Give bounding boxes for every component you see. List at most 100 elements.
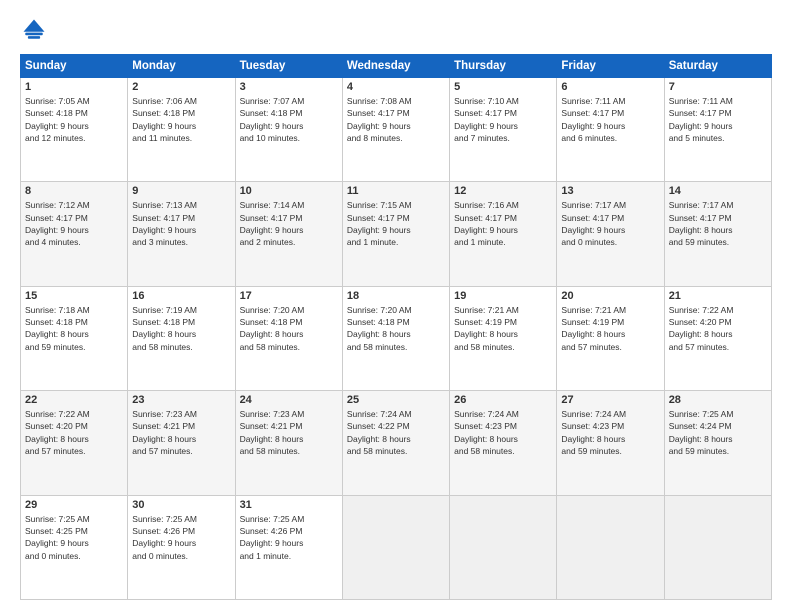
day-number: 3	[240, 81, 338, 93]
day-number: 16	[132, 290, 230, 302]
day-number: 2	[132, 81, 230, 93]
weekday-header-row: SundayMondayTuesdayWednesdayThursdayFrid…	[21, 55, 772, 78]
calendar-cell: 21 Sunrise: 7:22 AM Sunset: 4:20 PM Dayli…	[664, 286, 771, 390]
cell-content: Sunrise: 7:25 AM Sunset: 4:24 PM Dayligh…	[669, 408, 767, 457]
weekday-saturday: Saturday	[664, 55, 771, 78]
day-number: 13	[561, 185, 659, 197]
day-number: 28	[669, 394, 767, 406]
header	[20, 16, 772, 44]
cell-content: Sunrise: 7:25 AM Sunset: 4:26 PM Dayligh…	[132, 513, 230, 562]
weekday-wednesday: Wednesday	[342, 55, 449, 78]
cell-content: Sunrise: 7:23 AM Sunset: 4:21 PM Dayligh…	[240, 408, 338, 457]
day-number: 1	[25, 81, 123, 93]
day-number: 4	[347, 81, 445, 93]
weekday-sunday: Sunday	[21, 55, 128, 78]
cell-content: Sunrise: 7:19 AM Sunset: 4:18 PM Dayligh…	[132, 304, 230, 353]
day-number: 18	[347, 290, 445, 302]
calendar-cell: 23 Sunrise: 7:23 AM Sunset: 4:21 PM Dayli…	[128, 391, 235, 495]
calendar-cell: 25 Sunrise: 7:24 AM Sunset: 4:22 PM Dayli…	[342, 391, 449, 495]
cell-content: Sunrise: 7:21 AM Sunset: 4:19 PM Dayligh…	[454, 304, 552, 353]
logo	[20, 16, 52, 44]
day-number: 22	[25, 394, 123, 406]
cell-content: Sunrise: 7:16 AM Sunset: 4:17 PM Dayligh…	[454, 199, 552, 248]
calendar-cell: 17Sunrise: 7:20 AM Sunset: 4:18 PM Dayli…	[235, 286, 342, 390]
page: SundayMondayTuesdayWednesdayThursdayFrid…	[0, 0, 792, 612]
cell-content: Sunrise: 7:10 AM Sunset: 4:17 PM Dayligh…	[454, 95, 552, 144]
day-number: 10	[240, 185, 338, 197]
calendar-table: SundayMondayTuesdayWednesdayThursdayFrid…	[20, 54, 772, 600]
day-number: 15	[25, 290, 123, 302]
cell-content: Sunrise: 7:11 AM Sunset: 4:17 PM Dayligh…	[561, 95, 659, 144]
cell-content: Sunrise: 7:11 AM Sunset: 4:17 PM Dayligh…	[669, 95, 767, 144]
weekday-thursday: Thursday	[450, 55, 557, 78]
week-row-0: 1Sunrise: 7:05 AM Sunset: 4:18 PM Daylig…	[21, 78, 772, 182]
calendar-cell: 31 Sunrise: 7:25 AM Sunset: 4:26 PM Dayli…	[235, 495, 342, 599]
weekday-monday: Monday	[128, 55, 235, 78]
day-number: 23	[132, 394, 230, 406]
calendar-cell: 20 Sunrise: 7:21 AM Sunset: 4:19 PM Dayli…	[557, 286, 664, 390]
calendar-cell	[557, 495, 664, 599]
cell-content: Sunrise: 7:25 AM Sunset: 4:25 PM Dayligh…	[25, 513, 123, 562]
calendar-cell: 10 Sunrise: 7:14 AM Sunset: 4:17 PM Dayli…	[235, 182, 342, 286]
calendar-cell: 29 Sunrise: 7:25 AM Sunset: 4:25 PM Dayli…	[21, 495, 128, 599]
day-number: 31	[240, 499, 338, 511]
cell-content: Sunrise: 7:24 AM Sunset: 4:23 PM Dayligh…	[454, 408, 552, 457]
cell-content: Sunrise: 7:18 AM Sunset: 4:18 PM Dayligh…	[25, 304, 123, 353]
calendar-cell: 22 Sunrise: 7:22 AM Sunset: 4:20 PM Dayli…	[21, 391, 128, 495]
calendar-cell	[342, 495, 449, 599]
calendar-cell: 15 Sunrise: 7:18 AM Sunset: 4:18 PM Dayli…	[21, 286, 128, 390]
calendar-cell: 8Sunrise: 7:12 AM Sunset: 4:17 PM Daylig…	[21, 182, 128, 286]
calendar-cell: 18 Sunrise: 7:20 AM Sunset: 4:18 PM Dayli…	[342, 286, 449, 390]
day-number: 29	[25, 499, 123, 511]
calendar-cell: 2Sunrise: 7:06 AM Sunset: 4:18 PM Daylig…	[128, 78, 235, 182]
calendar-cell: 13 Sunrise: 7:17 AM Sunset: 4:17 PM Dayli…	[557, 182, 664, 286]
calendar-cell: 4 Sunrise: 7:08 AM Sunset: 4:17 PM Daylig…	[342, 78, 449, 182]
cell-content: Sunrise: 7:12 AM Sunset: 4:17 PM Dayligh…	[25, 199, 123, 248]
day-number: 5	[454, 81, 552, 93]
calendar-cell	[450, 495, 557, 599]
day-number: 12	[454, 185, 552, 197]
day-number: 19	[454, 290, 552, 302]
week-row-4: 29 Sunrise: 7:25 AM Sunset: 4:25 PM Dayli…	[21, 495, 772, 599]
cell-content: Sunrise: 7:25 AM Sunset: 4:26 PM Dayligh…	[240, 513, 338, 562]
day-number: 25	[347, 394, 445, 406]
cell-content: Sunrise: 7:14 AM Sunset: 4:17 PM Dayligh…	[240, 199, 338, 248]
calendar-cell: 26Sunrise: 7:24 AM Sunset: 4:23 PM Dayli…	[450, 391, 557, 495]
calendar-cell: 3Sunrise: 7:07 AM Sunset: 4:18 PM Daylig…	[235, 78, 342, 182]
day-number: 20	[561, 290, 659, 302]
calendar-cell: 19 Sunrise: 7:21 AM Sunset: 4:19 PM Dayli…	[450, 286, 557, 390]
calendar-cell: 1Sunrise: 7:05 AM Sunset: 4:18 PM Daylig…	[21, 78, 128, 182]
day-number: 14	[669, 185, 767, 197]
cell-content: Sunrise: 7:22 AM Sunset: 4:20 PM Dayligh…	[669, 304, 767, 353]
calendar-cell: 30 Sunrise: 7:25 AM Sunset: 4:26 PM Dayli…	[128, 495, 235, 599]
day-number: 7	[669, 81, 767, 93]
cell-content: Sunrise: 7:23 AM Sunset: 4:21 PM Dayligh…	[132, 408, 230, 457]
calendar-cell: 16 Sunrise: 7:19 AM Sunset: 4:18 PM Dayli…	[128, 286, 235, 390]
cell-content: Sunrise: 7:20 AM Sunset: 4:18 PM Dayligh…	[347, 304, 445, 353]
day-number: 21	[669, 290, 767, 302]
cell-content: Sunrise: 7:24 AM Sunset: 4:23 PM Dayligh…	[561, 408, 659, 457]
cell-content: Sunrise: 7:20 AM Sunset: 4:18 PM Dayligh…	[240, 304, 338, 353]
calendar-cell: 28 Sunrise: 7:25 AM Sunset: 4:24 PM Dayli…	[664, 391, 771, 495]
cell-content: Sunrise: 7:24 AM Sunset: 4:22 PM Dayligh…	[347, 408, 445, 457]
calendar-cell: 5 Sunrise: 7:10 AM Sunset: 4:17 PM Daylig…	[450, 78, 557, 182]
week-row-1: 8Sunrise: 7:12 AM Sunset: 4:17 PM Daylig…	[21, 182, 772, 286]
calendar-cell: 14 Sunrise: 7:17 AM Sunset: 4:17 PM Dayli…	[664, 182, 771, 286]
cell-content: Sunrise: 7:21 AM Sunset: 4:19 PM Dayligh…	[561, 304, 659, 353]
cell-content: Sunrise: 7:08 AM Sunset: 4:17 PM Dayligh…	[347, 95, 445, 144]
weekday-tuesday: Tuesday	[235, 55, 342, 78]
logo-icon	[20, 16, 48, 44]
day-number: 27	[561, 394, 659, 406]
calendar-cell: 6 Sunrise: 7:11 AM Sunset: 4:17 PM Daylig…	[557, 78, 664, 182]
calendar-cell: 7 Sunrise: 7:11 AM Sunset: 4:17 PM Daylig…	[664, 78, 771, 182]
weekday-friday: Friday	[557, 55, 664, 78]
cell-content: Sunrise: 7:15 AM Sunset: 4:17 PM Dayligh…	[347, 199, 445, 248]
calendar-cell: 12 Sunrise: 7:16 AM Sunset: 4:17 PM Dayli…	[450, 182, 557, 286]
cell-content: Sunrise: 7:22 AM Sunset: 4:20 PM Dayligh…	[25, 408, 123, 457]
day-number: 6	[561, 81, 659, 93]
cell-content: Sunrise: 7:17 AM Sunset: 4:17 PM Dayligh…	[561, 199, 659, 248]
calendar-cell: 27 Sunrise: 7:24 AM Sunset: 4:23 PM Dayli…	[557, 391, 664, 495]
day-number: 9	[132, 185, 230, 197]
cell-content: Sunrise: 7:17 AM Sunset: 4:17 PM Dayligh…	[669, 199, 767, 248]
day-number: 30	[132, 499, 230, 511]
